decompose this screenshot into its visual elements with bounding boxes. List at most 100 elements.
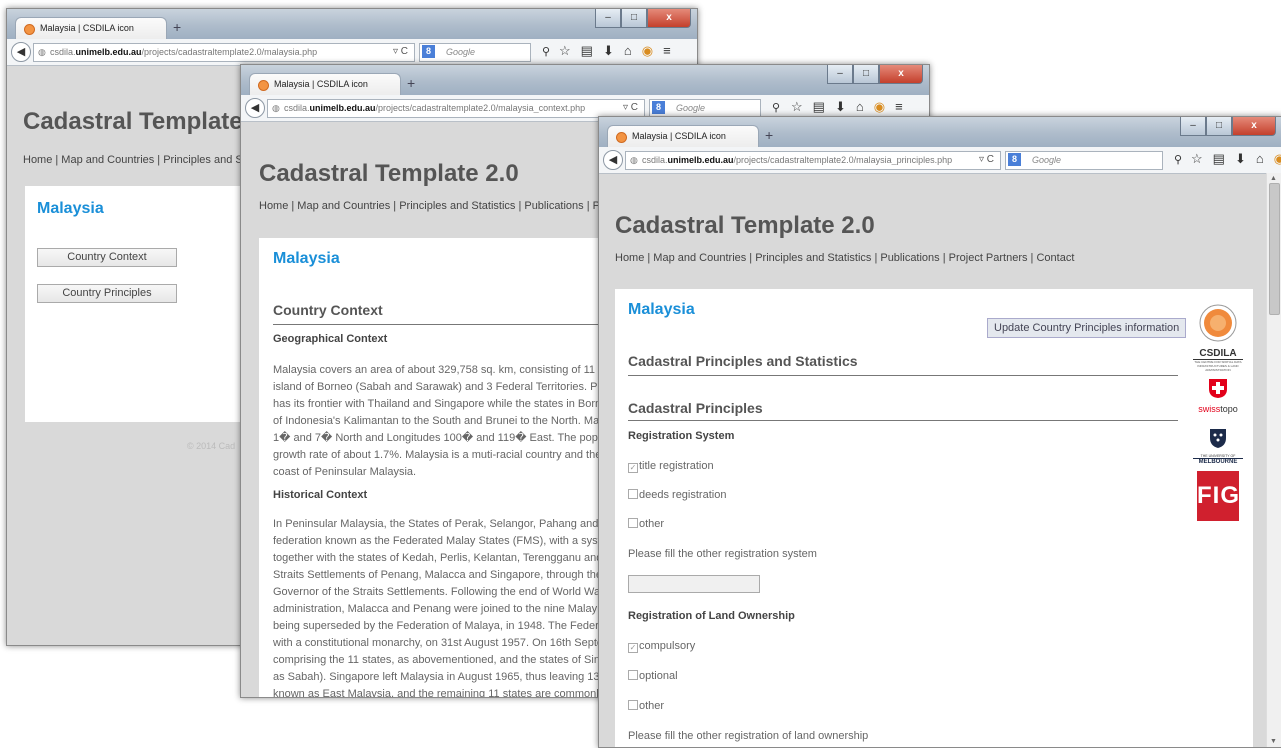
browser-tab[interactable]: Malaysia | CSDILA icon	[249, 73, 401, 96]
site-title: Cadastral Template 2.0	[259, 160, 519, 187]
reload-icon[interactable]: ▿ C	[623, 102, 638, 113]
url-bar[interactable]: ◍ csdila.unimelb.edu.au/projects/cadastr…	[267, 99, 645, 118]
content-panel: Malaysia Update Country Principles infor…	[615, 289, 1253, 747]
site-title: Cadastral Template	[23, 108, 243, 135]
maximize-button[interactable]: □	[1206, 117, 1232, 136]
country-context-button[interactable]: Country Context	[37, 248, 177, 267]
magnifier-icon[interactable]: ⚲	[1174, 153, 1182, 166]
extension-icon[interactable]: ◉	[874, 99, 885, 115]
back-icon[interactable]: ◀	[603, 150, 623, 170]
star-icon[interactable]: ☆	[559, 43, 571, 59]
back-icon[interactable]: ◀	[245, 98, 265, 118]
toolbar-icons: ☆ ▤ ⬇ ⌂ ◉ ≡	[1191, 151, 1281, 167]
site-title: Cadastral Template 2.0	[615, 212, 875, 239]
country-principles-button[interactable]: Country Principles	[37, 284, 177, 303]
reload-icon[interactable]: ▿ C	[393, 46, 408, 57]
close-button[interactable]: x	[647, 9, 691, 28]
new-tab-button[interactable]: +	[407, 75, 415, 91]
home-icon[interactable]: ⌂	[624, 43, 632, 59]
globe-icon: ◍	[272, 103, 280, 113]
checkbox-other-ownership[interactable]: other	[628, 700, 664, 712]
checkbox-icon[interactable]	[628, 518, 638, 528]
checkbox-compulsory[interactable]: ✓ compulsory	[628, 640, 695, 653]
url-text: csdila.unimelb.edu.au/projects/cadastral…	[50, 47, 318, 57]
content-panel: Malaysia Country Context Country Princip…	[25, 186, 255, 422]
download-icon[interactable]: ⬇	[835, 99, 846, 115]
other-ownership-label: Please fill the other registration of la…	[628, 730, 869, 742]
vertical-scrollbar[interactable]: ▲ ▼	[1266, 173, 1281, 747]
browser-tab[interactable]: Malaysia | CSDILA icon	[15, 17, 167, 40]
tab-title: Malaysia | CSDILA icon	[40, 23, 134, 33]
registration-system-heading: Registration System	[628, 430, 735, 442]
scroll-up-icon[interactable]: ▲	[1270, 175, 1277, 182]
melbourne-crest-icon	[1210, 429, 1226, 448]
swiss-shield-icon	[1209, 379, 1227, 398]
minimize-button[interactable]: –	[1180, 117, 1206, 136]
site-nav[interactable]: Home | Map and Countries | Principles an…	[23, 154, 246, 166]
other-registration-input[interactable]	[628, 575, 760, 593]
minimize-button[interactable]: –	[595, 9, 621, 28]
checkbox-other-registration[interactable]: other	[628, 518, 664, 530]
extension-icon[interactable]: ◉	[1274, 151, 1281, 167]
maximize-button[interactable]: □	[853, 65, 879, 84]
extension-icon[interactable]: ◉	[642, 43, 653, 59]
checkbox-optional[interactable]: optional	[628, 670, 678, 682]
magnifier-icon[interactable]: ⚲	[772, 101, 780, 114]
nav-toolbar: ◀ ◍ csdila.unimelb.edu.au/projects/cadas…	[7, 39, 697, 66]
site-nav[interactable]: Home | Map and Countries | Principles an…	[615, 252, 1074, 264]
search-engine-label: Google	[1032, 155, 1062, 165]
url-bar[interactable]: ◍ csdila.unimelb.edu.au/projects/cadastr…	[33, 43, 415, 62]
url-bar[interactable]: ◍ csdila.unimelb.edu.au/projects/cadastr…	[625, 151, 1001, 170]
checkbox-icon[interactable]	[628, 489, 638, 499]
tab-title: Malaysia | CSDILA icon	[274, 79, 368, 89]
csdila-wordmark: CSDILA	[1193, 348, 1243, 360]
hist-paragraph: In Peninsular Malaysia, the States of Pe…	[273, 518, 611, 697]
bookmarks-icon[interactable]: ▤	[1213, 151, 1225, 167]
section-heading-principles: Cadastral Principles	[628, 400, 763, 416]
bookmarks-icon[interactable]: ▤	[581, 43, 593, 59]
title-bar[interactable]: Malaysia | CSDILA icon + – □ x	[7, 9, 697, 40]
csdila-emblem-icon	[1199, 304, 1237, 342]
new-tab-button[interactable]: +	[173, 19, 181, 35]
search-engine-label: Google	[446, 47, 476, 57]
checkbox-deeds-registration[interactable]: deeds registration	[628, 489, 726, 501]
search-box[interactable]: 8 Google ⚲	[419, 43, 550, 62]
bookmarks-icon[interactable]: ▤	[813, 99, 825, 115]
site-nav[interactable]: Home | Map and Countries | Principles an…	[259, 200, 604, 212]
new-tab-button[interactable]: +	[765, 127, 773, 143]
fig-wordmark: FIG	[1197, 482, 1240, 509]
home-icon[interactable]: ⌂	[856, 99, 864, 115]
melbourne-wordmark: MELBOURNE	[1193, 458, 1243, 465]
reload-icon[interactable]: ▿ C	[979, 154, 994, 165]
search-box[interactable]: 8 Google ⚲	[1005, 151, 1182, 170]
google-icon: 8	[652, 101, 665, 114]
close-button[interactable]: x	[879, 65, 923, 84]
title-bar[interactable]: Malaysia | CSDILA icon + – □ x	[241, 65, 929, 96]
star-icon[interactable]: ☆	[791, 99, 803, 115]
minimize-button[interactable]: –	[827, 65, 853, 84]
browser-tab[interactable]: Malaysia | CSDILA icon	[607, 125, 759, 148]
globe-icon: ◍	[630, 155, 638, 165]
checkbox-icon[interactable]: ✓	[628, 643, 638, 653]
download-icon[interactable]: ⬇	[1235, 151, 1246, 167]
update-principles-button[interactable]: Update Country Principles information	[987, 318, 1187, 338]
checkbox-title-registration[interactable]: ✓ title registration	[628, 460, 714, 473]
back-icon[interactable]: ◀	[11, 42, 31, 62]
checkbox-icon[interactable]	[628, 700, 638, 710]
home-icon[interactable]: ⌂	[1256, 151, 1264, 167]
menu-icon[interactable]: ≡	[663, 43, 671, 59]
star-icon[interactable]: ☆	[1191, 151, 1203, 167]
scrollbar-thumb[interactable]	[1269, 183, 1280, 315]
checkbox-icon[interactable]: ✓	[628, 463, 638, 473]
close-button[interactable]: x	[1232, 117, 1276, 136]
download-icon[interactable]: ⬇	[603, 43, 614, 59]
checkbox-icon[interactable]	[628, 670, 638, 680]
menu-icon[interactable]: ≡	[895, 99, 903, 115]
magnifier-icon[interactable]: ⚲	[542, 45, 550, 58]
title-bar[interactable]: Malaysia | CSDILA icon + – □ x	[599, 117, 1281, 148]
maximize-button[interactable]: □	[621, 9, 647, 28]
section-heading-statistics: Cadastral Principles and Statistics	[628, 353, 858, 369]
hist-heading: Historical Context	[273, 489, 368, 501]
google-icon: 8	[422, 45, 435, 58]
country-heading: Malaysia	[273, 250, 340, 267]
